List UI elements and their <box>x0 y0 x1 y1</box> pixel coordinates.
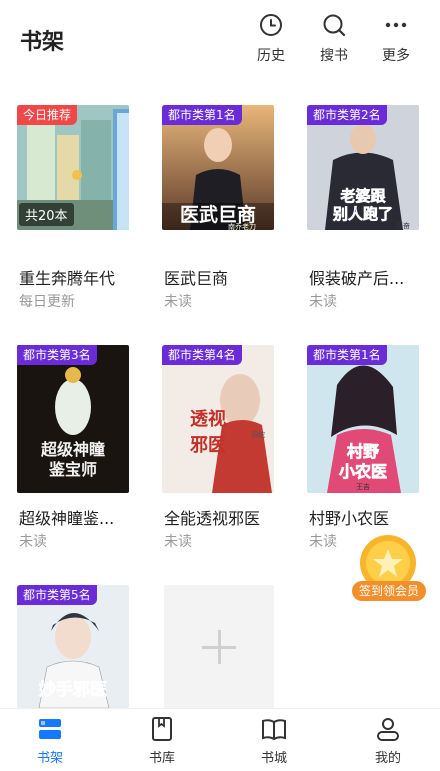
clock-icon <box>260 14 282 36</box>
rank-badge: 都市类第1名 <box>162 105 242 125</box>
bottom-tab-bar: 书架 书库 书城 我的 <box>0 708 440 771</box>
book-status: 未读 <box>164 294 192 310</box>
add-book-button[interactable] <box>164 585 274 710</box>
more-button[interactable]: 更多 <box>371 12 421 65</box>
search-label: 搜书 <box>320 48 348 64</box>
more-label: 更多 <box>382 48 410 64</box>
book-title: 医武巨商 <box>164 269 229 288</box>
search-button[interactable]: 搜书 <box>309 12 359 65</box>
book-title: 超级神瞳鉴... <box>19 509 115 528</box>
cover-author-text: 羽蛇 <box>251 430 265 439</box>
tab-label: 书库 <box>148 751 175 766</box>
cover-title-text-2: 小农医 <box>339 462 387 481</box>
cover-title-text: 村野 <box>347 442 379 461</box>
cover-illustration: 超级神瞳 鉴宝师 <box>17 345 129 493</box>
top-bar: 书架 历史 搜书 更多 <box>0 0 440 80</box>
book-cover: 医武巨商 南乔老刀 都市类第1名 <box>162 105 274 230</box>
rank-badge: 都市类第3名 <box>17 345 97 365</box>
tab-label: 书架 <box>36 751 63 766</box>
cover-title-text: 妙手邪医 <box>39 679 107 700</box>
cover-illustration: 村野 小农医 王吉 <box>307 345 419 493</box>
rank-badge: 都市类第4名 <box>162 345 242 365</box>
cover-title-text-2: 邪医 <box>189 435 226 456</box>
cover-illustration: 透视 邪医 羽蛇 <box>162 345 274 493</box>
book-title: 全能透视邪医 <box>164 509 261 528</box>
cover-title-text: 老婆跟 <box>339 187 386 205</box>
book-count-tag: 共20本 <box>19 203 74 226</box>
user-icon <box>377 718 399 741</box>
bookshelf-icon <box>39 719 61 739</box>
tab-bookstore[interactable]: 书城 <box>239 715 309 766</box>
cover-title-text-2: 鉴宝师 <box>48 460 97 479</box>
book-cover: 村野 小农医 王吉 都市类第1名 <box>307 345 419 493</box>
book-status: 每日更新 <box>19 294 75 310</box>
open-book-icon <box>262 719 286 741</box>
book-cover: 透视 邪医 羽蛇 都市类第4名 <box>162 345 274 493</box>
cover-author-text: 振奋 <box>396 221 410 230</box>
rank-badge: 都市类第2名 <box>307 105 387 125</box>
search-icon <box>323 14 346 37</box>
book-title: 重生奔腾年代 <box>19 269 116 288</box>
tab-label: 我的 <box>374 751 401 766</box>
book-status: 未读 <box>164 534 192 550</box>
tab-bookshelf[interactable]: 书架 <box>15 715 85 766</box>
book-title: 假装破产后... <box>309 269 405 288</box>
cover-author-text: 王吉 <box>356 483 370 491</box>
book-status: 未读 <box>309 534 337 550</box>
history-label: 历史 <box>257 48 285 64</box>
book-cover: 妙手邪医 都市类第5名 <box>17 585 129 708</box>
rank-badge: 都市类第5名 <box>17 585 97 605</box>
signin-label: 签到领会员 <box>352 581 426 601</box>
book-icon <box>152 717 172 741</box>
book-title: 村野小农医 <box>309 509 390 528</box>
history-button[interactable]: 历史 <box>246 12 296 65</box>
cover-title-text-2: 别人跑了 <box>332 205 393 223</box>
book-status: 未读 <box>309 294 337 310</box>
book-cover: 老婆跟 别人跑了 振奋 都市类第2名 <box>307 105 419 230</box>
tab-label: 书城 <box>260 751 287 766</box>
more-dots-icon <box>385 22 407 28</box>
rank-badge: 都市类第1名 <box>307 345 387 365</box>
tab-profile[interactable]: 我的 <box>353 715 423 766</box>
book-cover: 今日推荐 共20本 <box>17 105 129 230</box>
cover-author-text: 南乔老刀 <box>228 222 256 230</box>
cover-title-text: 超级神瞳 <box>40 440 105 459</box>
page-title: 书架 <box>20 30 65 55</box>
book-cover: 超级神瞳 鉴宝师 都市类第3名 <box>17 345 129 493</box>
recommend-badge: 今日推荐 <box>17 105 78 125</box>
book-status: 未读 <box>19 534 47 550</box>
cover-title-text: 透视 <box>190 408 226 430</box>
signin-reward-button[interactable]: 签到领会员 <box>352 535 426 605</box>
tab-library[interactable]: 书库 <box>127 715 197 766</box>
